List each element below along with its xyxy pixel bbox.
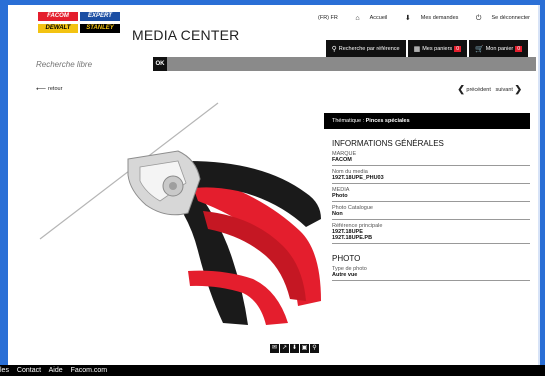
page-frame: FACOM EXPERT DEWALT STANLEY MEDIA CENTER… (8, 5, 540, 365)
zoom-button[interactable]: ⚲ (310, 344, 319, 353)
back-label: retour (48, 86, 63, 92)
field-value: Non (332, 211, 530, 220)
search-ok-button[interactable]: OK (153, 57, 167, 71)
media-preview (38, 101, 321, 333)
prev-link[interactable]: précédent (466, 87, 490, 93)
baskets-label: Mes paniers (422, 45, 453, 52)
home-link[interactable]: ⌂ Accueil (347, 15, 388, 22)
language-selector[interactable]: (FR) FR (318, 15, 338, 21)
search-icon: ⚲ (331, 45, 337, 53)
pliers-image (39, 102, 321, 325)
photo-title: PHOTO (332, 254, 361, 263)
brand-logos: FACOM EXPERT DEWALT STANLEY (38, 12, 120, 40)
field-value: 192T.18UPE_PHU03 (332, 175, 530, 184)
footer: les Contact Aide Facom.com (0, 365, 545, 376)
ref-search-label: Recherche par référence (338, 45, 400, 52)
logout-label: Se déconnecter (491, 15, 530, 21)
basket-label: Mon panier (485, 45, 514, 52)
footer-link[interactable]: les (0, 367, 9, 374)
field-value: Photo (332, 193, 530, 202)
downloads-label: Mes demandes (420, 15, 459, 21)
back-link[interactable]: ⟵ retour (36, 85, 62, 93)
chevron-right-icon[interactable]: ❯ (514, 84, 522, 94)
arrow-left-icon: ⟵ (36, 86, 47, 93)
field-value: Autre vue (332, 272, 530, 281)
theme-band: Thématique : Pinces spéciales (324, 113, 530, 129)
baskets-count-badge: 0 (454, 45, 461, 52)
header-buttons: ⚲ Recherche par référence ▦ Mes paniers 0 🛒… (325, 40, 528, 57)
facom-logo: FACOM (38, 12, 78, 21)
basket-button[interactable]: 🛒 Mon panier 0 (468, 40, 528, 57)
image-toolbar: ✉ ↗ ⬇ ▣ ⚲ (270, 344, 319, 353)
info-panel: Thématique : Pinces spéciales INFORMATIO… (324, 113, 530, 281)
share-button[interactable]: ↗ (280, 344, 289, 353)
footer-link-facom[interactable]: Facom.com (71, 367, 108, 374)
add-to-cart-button[interactable]: ▣ (300, 344, 309, 353)
cart-icon: ▣ (301, 345, 308, 351)
download-icon: ⬇ (404, 15, 411, 22)
mail-icon: ✉ (271, 345, 278, 351)
download-button[interactable]: ⬇ (290, 344, 299, 353)
cart-icon: 🛒 (474, 45, 484, 53)
footer-link-help[interactable]: Aide (49, 367, 63, 374)
zoom-icon: ⚲ (312, 345, 317, 351)
search-bar-fill (167, 57, 536, 71)
chevron-left-icon[interactable]: ❮ (457, 84, 465, 94)
field-value: FACOM (332, 157, 530, 166)
downloads-link[interactable]: ⬇ Mes demandes (397, 15, 459, 22)
ref-search-button[interactable]: ⚲ Recherche par référence (325, 40, 406, 57)
share-icon: ↗ (281, 345, 288, 351)
theme-label: Thématique : (332, 118, 365, 124)
logout-link[interactable]: ⏻ Se déconnecter (468, 15, 530, 22)
home-icon: ⌂ (355, 15, 360, 22)
footer-link-contact[interactable]: Contact (17, 367, 41, 374)
app-title: MEDIA CENTER (132, 27, 240, 43)
search-bar: OK (16, 57, 536, 71)
dewalt-logo: DEWALT (38, 24, 78, 33)
next-link[interactable]: suivant (495, 87, 512, 93)
download-icon: ⬇ (291, 345, 298, 351)
stanley-logo: STANLEY (80, 24, 120, 33)
expert-logo: EXPERT (80, 12, 120, 21)
top-links: (FR) FR ⌂ Accueil ⬇ Mes demandes ⏻ Se décon… (310, 14, 530, 23)
home-label: Accueil (369, 15, 388, 21)
baskets-button[interactable]: ▦ Mes paniers 0 (407, 40, 467, 57)
grid-icon: ▦ (413, 45, 421, 53)
pager: ❮ précédent suivant ❯ (457, 84, 522, 95)
basket-count-badge: 0 (515, 45, 522, 52)
field-value: 192T.18UPE.PB (332, 235, 530, 244)
email-button[interactable]: ✉ (270, 344, 279, 353)
general-info-title: INFORMATIONS GÉNÉRALES (332, 139, 444, 148)
power-icon: ⏻ (475, 15, 482, 22)
search-input[interactable] (16, 57, 153, 71)
theme-value: Pinces spéciales (365, 118, 410, 124)
